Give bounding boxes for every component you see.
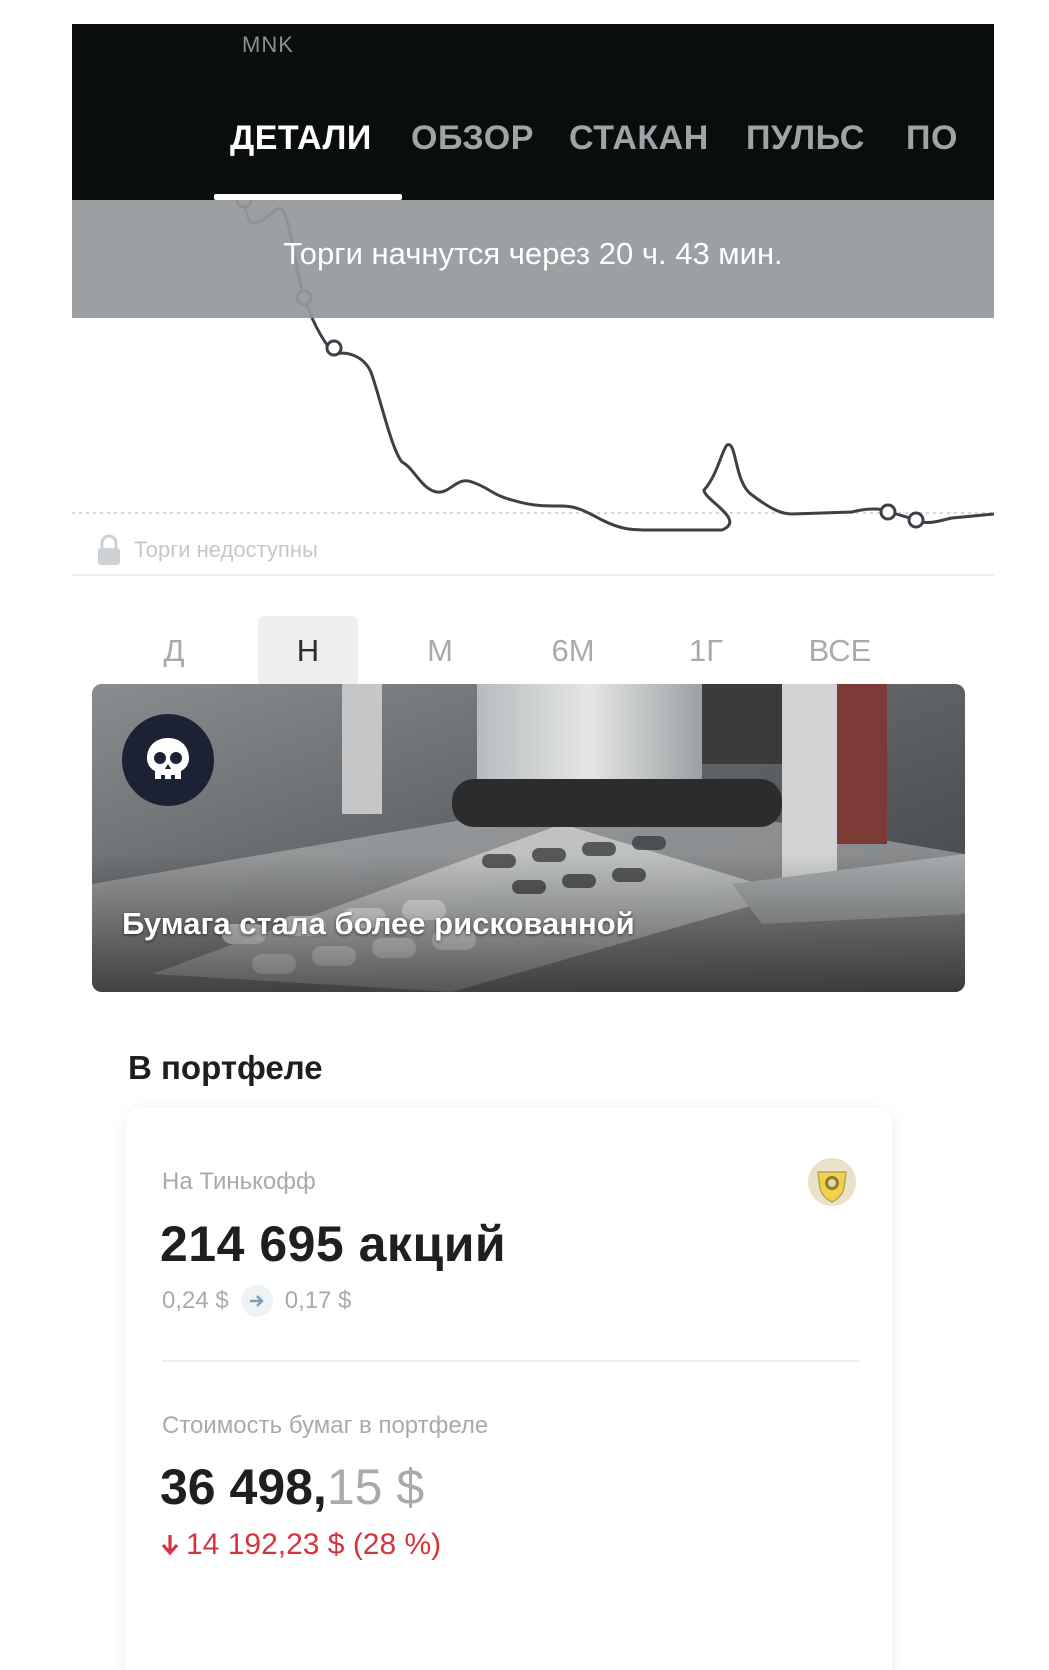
trading-unavailable-note: Торги недоступны [96,533,318,567]
tab-bar: ДЕТАЛИ ОБЗОР СТАКАН ПУЛЬС ПО [72,119,994,200]
event-marker[interactable] [907,511,925,529]
portfolio-change: 14 192,23 $ (28 %) [160,1528,441,1562]
news-title: Бумага стала более рискованной [122,906,635,941]
period-month[interactable]: М [390,616,490,686]
portfolio-value-label: Стоимость бумаг в портфеле [162,1412,489,1439]
app-screen: MNK ДЕТАЛИ ОБЗОР СТАКАН ПУЛЬС ПО Торги н… [72,24,994,1670]
trading-unavailable-text: Торги недоступны [134,537,318,562]
event-marker[interactable] [325,339,343,357]
event-marker[interactable] [879,503,897,521]
portfolio-value: 36 498,15 $ [160,1458,424,1516]
chart-divider [72,574,994,576]
price-from: 0,24 $ [162,1287,229,1314]
news-image [92,684,965,992]
period-6-months[interactable]: 6М [523,616,623,686]
tab-overview[interactable]: ОБЗОР [411,119,534,158]
portfolio-value-decimal: 15 $ [326,1459,425,1515]
tab-pulse[interactable]: ПУЛЬС [746,119,865,158]
tab-more-truncated[interactable]: ПО [906,119,958,158]
lock-icon [98,534,120,565]
portfolio-change-value: 14 192,23 $ (28 %) [186,1528,442,1561]
price-chart[interactable]: Торги начнутся через 20 ч. 43 мин. Торги… [72,200,994,600]
broker-label: На Тинькофф [162,1168,316,1195]
arrow-down-icon [161,1535,179,1556]
price-to: 0,17 $ [284,1287,352,1314]
arrow-right-icon [240,1285,273,1317]
period-selector: Д Н М 6М 1Г ВСЕ [72,594,994,686]
tab-details[interactable]: ДЕТАЛИ [230,119,372,158]
risk-badge [122,714,214,806]
portfolio-value-integer: 36 498, [160,1459,327,1515]
shares-count: 214 695 акций [160,1216,507,1272]
ticker-symbol: MNK [242,32,294,57]
period-all[interactable]: ВСЕ [790,616,890,686]
news-card[interactable]: Бумага стала более рискованной [92,684,965,992]
avg-price-change: 0,24 $ 0,17 $ [162,1285,351,1317]
card-divider [162,1360,860,1362]
tab-order-book[interactable]: СТАКАН [569,119,709,158]
period-week[interactable]: Н [258,616,358,686]
portfolio-card[interactable]: На Тинькофф 214 695 акций 0,24 $ 0,17 $ … [126,1108,892,1670]
portfolio-section-title: В портфеле [128,1049,323,1086]
period-year[interactable]: 1Г [656,616,756,686]
trading-countdown-text: Торги начнутся через 20 ч. 43 мин. [283,236,783,271]
tinkoff-logo-icon [808,1158,856,1206]
skull-icon [147,738,189,779]
top-header: MNK ДЕТАЛИ ОБЗОР СТАКАН ПУЛЬС ПО [72,24,994,200]
period-day[interactable]: Д [124,616,224,686]
trading-status-banner: Торги начнутся через 20 ч. 43 мин. [72,200,994,318]
